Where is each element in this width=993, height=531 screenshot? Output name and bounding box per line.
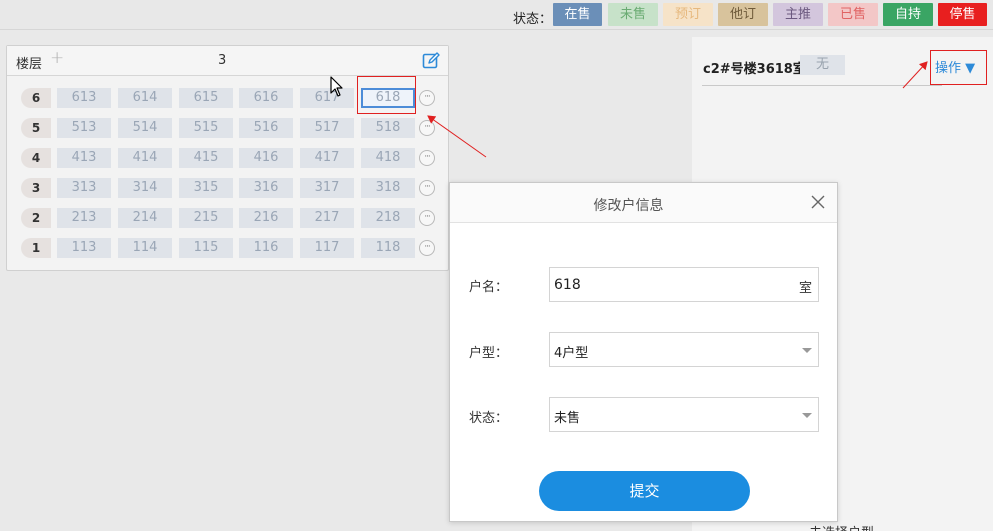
more-options-icon[interactable]: ··· xyxy=(419,210,435,226)
status-button-unsold[interactable]: 未售 xyxy=(608,3,658,26)
unit-cell[interactable]: 515 xyxy=(179,118,233,138)
floor-number: 6 xyxy=(21,88,51,108)
unit-cell[interactable]: 113 xyxy=(57,238,111,258)
unit-cell[interactable]: 217 xyxy=(300,208,354,228)
unit-cell[interactable]: 416 xyxy=(239,148,293,168)
floor-number: 3 xyxy=(21,178,51,198)
more-options-icon[interactable]: ··· xyxy=(419,150,435,166)
unit-name-input[interactable]: 618 室 xyxy=(549,267,819,302)
unit-type-label: 户型： xyxy=(469,346,509,361)
unit-cell[interactable]: 614 xyxy=(118,88,172,108)
more-options-icon[interactable]: ··· xyxy=(419,240,435,256)
unit-type-value: 4户型 xyxy=(554,346,589,361)
unit-cell[interactable]: 514 xyxy=(118,118,172,138)
floor-count: 3 xyxy=(218,53,227,68)
unit-cell[interactable]: 513 xyxy=(57,118,111,138)
highlight-box-operate xyxy=(930,50,987,85)
unit-cell[interactable]: 114 xyxy=(118,238,172,258)
unit-name-suffix: 室 xyxy=(798,281,812,296)
dialog-header: 修改户信息 xyxy=(450,183,837,223)
chevron-down-icon xyxy=(802,413,812,418)
unit-cell[interactable]: 213 xyxy=(57,208,111,228)
unit-cell[interactable]: 415 xyxy=(179,148,233,168)
unit-name-label: 户名： xyxy=(469,280,509,295)
unit-cell[interactable]: 216 xyxy=(239,208,293,228)
unit-type-select[interactable]: 4户型 xyxy=(549,332,819,367)
floor-row: 5 513 514 515 516 517 518 ··· xyxy=(7,116,448,138)
unit-cell[interactable]: 615 xyxy=(179,88,233,108)
status-button-sold[interactable]: 已售 xyxy=(828,3,878,26)
more-options-icon[interactable]: ··· xyxy=(419,180,435,196)
divider xyxy=(702,85,942,86)
mouse-cursor-icon xyxy=(330,76,343,97)
unit-cell[interactable]: 414 xyxy=(118,148,172,168)
unit-cell[interactable]: 115 xyxy=(179,238,233,258)
status-button-on-sale[interactable]: 在售 xyxy=(553,3,602,26)
unit-cell[interactable]: 218 xyxy=(361,208,415,228)
unit-cell[interactable]: 518 xyxy=(361,118,415,138)
floor-number: 4 xyxy=(21,148,51,168)
unit-cell[interactable]: 315 xyxy=(179,178,233,198)
unit-status-select[interactable]: 未售 xyxy=(549,397,819,432)
chevron-down-icon xyxy=(802,348,812,353)
unit-cell[interactable]: 314 xyxy=(118,178,172,198)
unit-cell[interactable]: 116 xyxy=(239,238,293,258)
more-options-icon[interactable]: ··· xyxy=(419,90,435,106)
edit-icon[interactable] xyxy=(422,52,440,70)
floor-number: 2 xyxy=(21,208,51,228)
unit-status-value: 未售 xyxy=(554,411,581,426)
room-status-badge: 无 xyxy=(800,55,845,75)
unit-cell[interactable]: 316 xyxy=(239,178,293,198)
unit-cell[interactable]: 516 xyxy=(239,118,293,138)
unit-cell[interactable]: 413 xyxy=(57,148,111,168)
floor-number: 1 xyxy=(21,238,51,258)
unit-status-label: 状态： xyxy=(469,411,509,426)
unit-cell[interactable]: 313 xyxy=(57,178,111,198)
floor-row: 1 113 114 115 116 117 118 ··· xyxy=(7,236,448,258)
unit-cell[interactable]: 215 xyxy=(179,208,233,228)
unit-cell[interactable]: 118 xyxy=(361,238,415,258)
more-options-icon[interactable]: ··· xyxy=(419,120,435,136)
floor-row: 2 213 214 215 216 217 218 ··· xyxy=(7,206,448,228)
edit-unit-dialog: 修改户信息 户名： 618 室 户型： 4户型 状态： 未售 提交 xyxy=(449,182,838,522)
floor-row: 3 313 314 315 316 317 318 ··· xyxy=(7,176,448,198)
unit-cell[interactable]: 317 xyxy=(300,178,354,198)
unit-cell[interactable]: 214 xyxy=(118,208,172,228)
unit-cell[interactable]: 613 xyxy=(57,88,111,108)
floor-row: 4 413 414 415 416 417 418 ··· xyxy=(7,146,448,168)
status-button-featured[interactable]: 主推 xyxy=(773,3,823,26)
unit-cell[interactable]: 418 xyxy=(361,148,415,168)
unit-cell[interactable]: 517 xyxy=(300,118,354,138)
submit-button[interactable]: 提交 xyxy=(539,471,750,511)
unit-cell[interactable]: 617 xyxy=(300,88,354,108)
status-button-other-reserved[interactable]: 他订 xyxy=(718,3,768,26)
unit-cell[interactable]: 318 xyxy=(361,178,415,198)
floor-number: 5 xyxy=(21,118,51,138)
status-button-reserved[interactable]: 预订 xyxy=(663,3,713,26)
dialog-title: 修改户信息 xyxy=(593,198,664,214)
status-button-suspended[interactable]: 停售 xyxy=(938,3,987,26)
add-floor-icon[interactable]: + xyxy=(50,48,64,68)
floor-panel-title: 楼层 xyxy=(16,57,43,72)
close-icon[interactable] xyxy=(811,195,825,209)
status-button-self-held[interactable]: 自持 xyxy=(883,3,933,26)
unit-cell[interactable]: 616 xyxy=(239,88,293,108)
unit-type-hint: 未选择户型 xyxy=(809,522,874,531)
floor-panel-header: 楼层 + 3 xyxy=(7,46,448,76)
highlight-box-unit xyxy=(357,76,416,114)
status-label: 状态： xyxy=(513,12,553,27)
room-title: c2#号楼3618室 xyxy=(703,62,806,77)
unit-name-value: 618 xyxy=(554,277,581,293)
unit-cell[interactable]: 117 xyxy=(300,238,354,258)
unit-cell[interactable]: 417 xyxy=(300,148,354,168)
status-bar: 状态： 在售 未售 预订 他订 主推 已售 自持 停售 xyxy=(0,0,993,30)
